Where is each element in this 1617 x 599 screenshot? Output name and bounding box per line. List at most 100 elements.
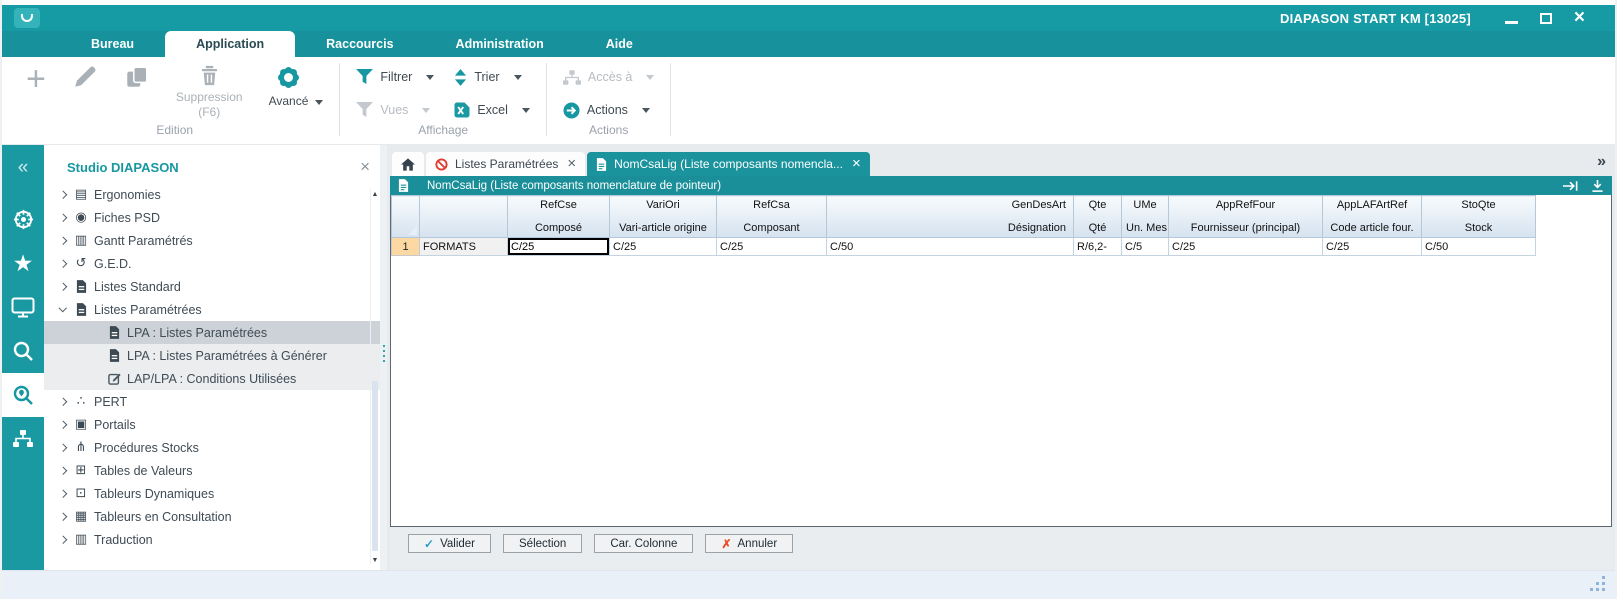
scroll-up-icon[interactable]: ▲ bbox=[371, 191, 379, 198]
column-header-blank[interactable] bbox=[419, 195, 508, 238]
column-header-refcsa[interactable]: RefCsa Composant bbox=[716, 195, 827, 238]
download-icon[interactable] bbox=[1591, 179, 1604, 193]
row-number-cell[interactable]: 1 bbox=[391, 237, 420, 256]
scrollbar-thumb[interactable] bbox=[372, 381, 378, 551]
chevron-right-icon[interactable] bbox=[54, 466, 71, 475]
car-colonne-button[interactable]: Car. Colonne bbox=[594, 534, 694, 553]
menu-item-bureau[interactable]: Bureau bbox=[60, 31, 165, 57]
chevron-right-icon[interactable] bbox=[54, 397, 71, 406]
tree-item-label: Procédures Stocks bbox=[94, 440, 199, 455]
close-icon[interactable]: × bbox=[567, 156, 576, 171]
settings-wheel-icon[interactable] bbox=[2, 197, 44, 241]
chevron-right-icon[interactable] bbox=[54, 213, 71, 222]
column-header-variori[interactable]: VariOri Vari-article origine bbox=[609, 195, 717, 238]
editing-cell[interactable] bbox=[507, 237, 610, 256]
excel-button[interactable]: Excel bbox=[454, 97, 530, 123]
column-header-appreffour[interactable]: AppRefFour Fournisseur (principal) bbox=[1168, 195, 1323, 238]
chevron-right-icon[interactable] bbox=[54, 535, 71, 544]
grid-cell[interactable]: C/50 bbox=[826, 237, 1074, 256]
tree-item[interactable]: LAP/LPA : Conditions Utilisées bbox=[44, 367, 380, 390]
tree-item[interactable]: Listes Paramétrées bbox=[44, 298, 380, 321]
chevron-right-icon[interactable] bbox=[54, 190, 71, 199]
tab-overflow-icon[interactable]: » bbox=[1597, 153, 1606, 171]
chevron-down-icon[interactable] bbox=[315, 100, 324, 105]
tree-item[interactable]: ◉ Fiches PSD bbox=[44, 206, 380, 229]
cell-editor-input[interactable] bbox=[508, 238, 609, 255]
grid-cell[interactable]: R/6,2- bbox=[1073, 237, 1122, 256]
menu-item-administration[interactable]: Administration bbox=[425, 31, 575, 57]
tree-scrollbar[interactable]: ▲ ▼ bbox=[370, 189, 379, 564]
menu-item-application[interactable]: Application bbox=[165, 31, 296, 57]
hierarchy-icon[interactable] bbox=[2, 417, 44, 461]
scroll-down-icon[interactable]: ▼ bbox=[371, 557, 379, 564]
splitter-handle-icon bbox=[382, 345, 385, 347]
favorites-star-icon[interactable]: ★ bbox=[2, 241, 44, 285]
menu-item-raccourcis[interactable]: Raccourcis bbox=[295, 31, 424, 57]
scroll-to-end-icon[interactable] bbox=[1562, 180, 1579, 192]
actions-button[interactable]: Actions bbox=[563, 97, 654, 123]
chevron-right-icon[interactable] bbox=[54, 443, 71, 452]
row-name-cell[interactable]: FORMATS bbox=[419, 237, 508, 256]
annuler-button[interactable]: ✗ Annuler bbox=[705, 534, 794, 553]
tree-item[interactable]: ⊞ Tables de Valeurs bbox=[44, 459, 380, 482]
chevron-right-icon[interactable] bbox=[54, 259, 71, 268]
advanced-button[interactable]: Avancé bbox=[269, 64, 308, 109]
valider-button[interactable]: ✓ Valider bbox=[408, 534, 492, 553]
grid-cell[interactable]: C/5 bbox=[1121, 237, 1169, 256]
grid-cell[interactable]: C/25 bbox=[1322, 237, 1422, 256]
tree-item[interactable]: ∴ PERT bbox=[44, 390, 380, 413]
add-button[interactable]: + bbox=[26, 62, 46, 96]
tab[interactable]: Listes Paramétrées × bbox=[426, 152, 586, 176]
column-header-ume[interactable]: UMe Un. Mes. bbox=[1121, 195, 1169, 238]
resize-grip-icon[interactable] bbox=[1602, 588, 1605, 591]
copy-button[interactable] bbox=[124, 64, 150, 90]
column-header-applafartref[interactable]: AppLAFArtRef Code article four. bbox=[1322, 195, 1422, 238]
s-lection-button[interactable]: Sélection bbox=[503, 534, 583, 553]
chevron-right-icon[interactable] bbox=[54, 489, 71, 498]
chevron-right-icon[interactable] bbox=[54, 282, 71, 291]
menu-item-aide[interactable]: Aide bbox=[575, 31, 664, 57]
grid-cell[interactable]: C/50 bbox=[1421, 237, 1536, 256]
close-icon[interactable]: × bbox=[360, 158, 370, 175]
explorer-search-icon[interactable] bbox=[2, 373, 44, 417]
tree-item[interactable]: ▥ Gantt Paramétrés bbox=[44, 229, 380, 252]
delete-button[interactable]: Suppression (F6) bbox=[176, 64, 243, 120]
chevron-right-icon[interactable] bbox=[54, 420, 71, 429]
collapse-sidebar-icon[interactable]: « bbox=[18, 157, 29, 179]
tree-item[interactable]: ▦ Tableurs en Consultation bbox=[44, 505, 380, 528]
tree-item[interactable]: ▣ Portails bbox=[44, 413, 380, 436]
tree-item[interactable]: ▥ Traduction bbox=[44, 528, 380, 551]
filter-button[interactable]: Filtrer bbox=[356, 64, 435, 90]
search-icon[interactable] bbox=[2, 329, 44, 373]
edit-button[interactable] bbox=[72, 64, 98, 90]
tree-item[interactable]: ▤ Ergonomies bbox=[44, 183, 380, 206]
views-button[interactable]: Vues bbox=[356, 97, 434, 123]
column-header-stoqte[interactable]: StoQte Stock bbox=[1421, 195, 1536, 238]
minimize-icon[interactable] bbox=[1504, 21, 1518, 24]
panel-splitter[interactable] bbox=[380, 145, 387, 570]
column-header-refcse[interactable]: RefCse Composé bbox=[507, 195, 610, 238]
chevron-right-icon[interactable] bbox=[54, 236, 71, 245]
tree-item[interactable]: LPA : Listes Paramétrées bbox=[44, 321, 380, 344]
goto-button[interactable]: Accès à bbox=[562, 64, 655, 90]
tree-item[interactable]: ⋔ Procédures Stocks bbox=[44, 436, 380, 459]
grid-cell[interactable]: C/25 bbox=[1168, 237, 1323, 256]
home-tab[interactable] bbox=[392, 152, 424, 176]
sort-button[interactable]: Trier bbox=[454, 64, 530, 90]
tree-item[interactable]: ↺ G.E.D. bbox=[44, 252, 380, 275]
grid-corner-cell[interactable] bbox=[391, 195, 420, 238]
tree-item[interactable]: ⊡ Tableurs Dynamiques bbox=[44, 482, 380, 505]
chevron-right-icon[interactable] bbox=[54, 512, 71, 521]
tab[interactable]: NomCsaLig (Liste composants nomencla... × bbox=[587, 152, 870, 176]
desktop-icon[interactable] bbox=[2, 285, 44, 329]
tree-item[interactable]: Listes Standard bbox=[44, 275, 380, 298]
grid-cell[interactable]: C/25 bbox=[716, 237, 827, 256]
maximize-icon[interactable] bbox=[1539, 12, 1552, 24]
column-header-qte[interactable]: Qte Qté bbox=[1073, 195, 1122, 238]
close-icon[interactable]: × bbox=[852, 156, 861, 171]
grid-cell[interactable]: C/25 bbox=[609, 237, 717, 256]
column-header-gendesart[interactable]: GenDesArt Désignation bbox=[826, 195, 1074, 238]
close-icon[interactable]: × bbox=[1574, 8, 1585, 27]
chevron-down-icon[interactable] bbox=[54, 304, 71, 312]
tree-item[interactable]: LPA : Listes Paramétrées à Générer bbox=[44, 344, 380, 367]
